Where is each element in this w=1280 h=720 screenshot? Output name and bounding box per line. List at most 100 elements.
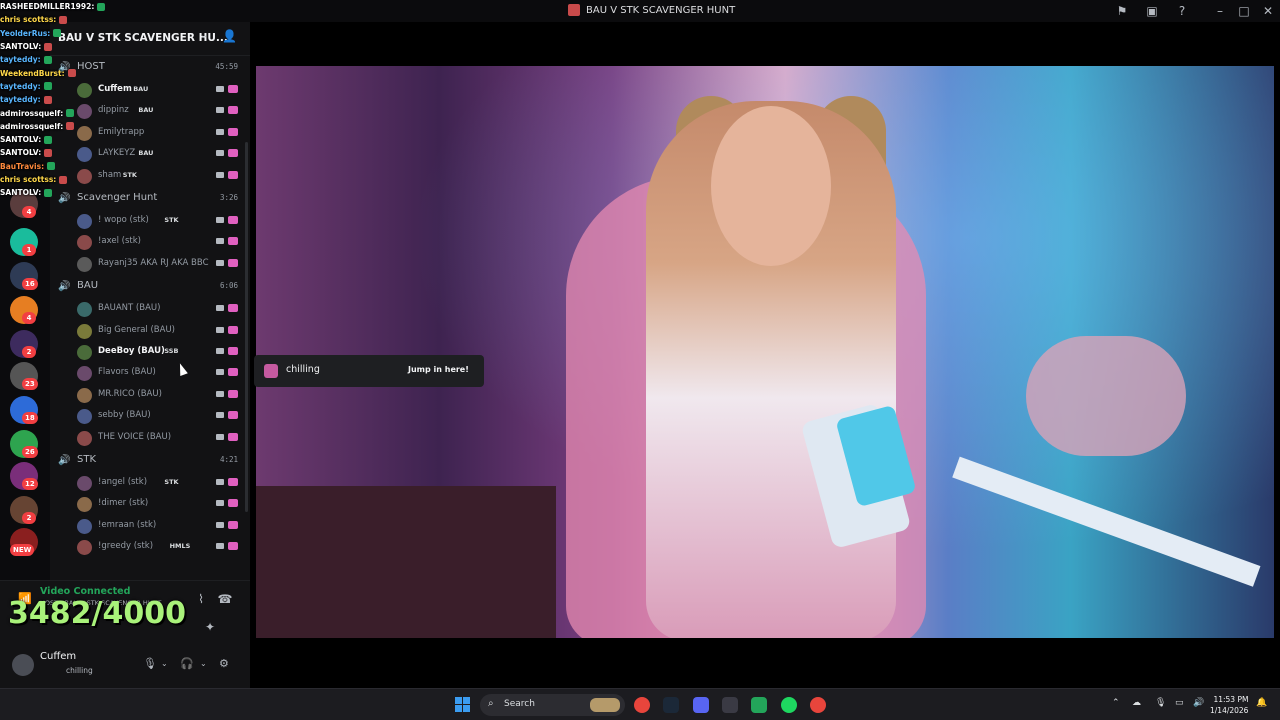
avatar[interactable]	[77, 235, 92, 251]
spotify-icon[interactable]	[781, 697, 797, 713]
voice-username[interactable]: DeeBoy (BAU)	[98, 346, 165, 356]
volume-icon[interactable]: 🔊	[1193, 698, 1204, 708]
voice-username[interactable]: BAUANT (BAU)	[98, 303, 160, 313]
settings-gear-icon[interactable]: ⚙	[219, 657, 229, 670]
voice-channel-name[interactable]: STK	[77, 454, 96, 465]
voice-user[interactable]: !dimer (stk)	[50, 494, 250, 515]
voice-username[interactable]: sebby (BAU)	[98, 410, 151, 420]
live-stream-icon[interactable]	[228, 127, 238, 136]
microphone-icon[interactable]: 🎙	[1155, 698, 1166, 708]
inbox-icon[interactable]: ⚑	[1114, 3, 1130, 19]
voice-username[interactable]: sham	[98, 170, 121, 180]
cloud-icon[interactable]: ☁	[1132, 698, 1141, 708]
chevron-down-icon[interactable]: ⌄	[200, 30, 208, 41]
help-icon[interactable]: ?	[1174, 3, 1190, 19]
voice-user[interactable]: BAUANT (BAU)	[50, 299, 250, 320]
taskbar-clock[interactable]: 11:53 PM 1/14/2026	[1210, 694, 1248, 716]
avatar[interactable]	[12, 654, 34, 676]
voice-username[interactable]: THE VOICE (BAU)	[98, 432, 171, 442]
discord-icon[interactable]	[693, 697, 709, 713]
live-stream-icon[interactable]	[228, 542, 238, 551]
live-stream-icon[interactable]	[228, 149, 238, 158]
live-stream-icon[interactable]	[228, 478, 238, 486]
close-icon[interactable]: ✕	[1260, 3, 1276, 19]
voice-user[interactable]: !axel (stk)	[50, 232, 250, 253]
voice-username[interactable]: !angel (stk)	[98, 477, 147, 487]
chrome-icon[interactable]	[634, 697, 650, 713]
avatar[interactable]	[77, 518, 92, 534]
avatar[interactable]	[77, 125, 92, 141]
avatar[interactable]	[77, 83, 92, 98]
avatar[interactable]	[77, 147, 92, 163]
voice-user[interactable]: sham STK	[50, 166, 250, 187]
voice-user[interactable]: !greedy (stk) HMLS	[50, 537, 250, 558]
network-icon[interactable]: ▭	[1175, 698, 1184, 708]
avatar[interactable]	[77, 345, 92, 360]
stream-video[interactable]	[256, 66, 1274, 638]
voice-username[interactable]: !emraan (stk)	[98, 520, 156, 530]
avatar[interactable]	[77, 104, 92, 120]
sidebar-scrollbar[interactable]	[245, 142, 248, 512]
live-stream-icon[interactable]	[228, 216, 238, 224]
live-stream-icon[interactable]	[228, 368, 238, 377]
live-stream-icon[interactable]	[228, 85, 238, 93]
voice-username[interactable]: Flavors (BAU)	[98, 367, 156, 377]
voice-user[interactable]: MR.RICO (BAU)	[50, 385, 250, 406]
voice-user[interactable]: !emraan (stk)	[50, 516, 250, 537]
live-stream-icon[interactable]	[228, 389, 238, 398]
maximize-icon[interactable]: □	[1236, 3, 1252, 19]
voice-username[interactable]: LAYKEYZ	[98, 148, 135, 158]
live-stream-icon[interactable]	[228, 499, 238, 508]
avatar[interactable]	[77, 214, 92, 229]
server-header[interactable]: BAU V STK SCAVENGER HU... ⌄ 👤	[50, 22, 250, 56]
avatar[interactable]	[77, 302, 92, 318]
live-stream-icon[interactable]	[228, 432, 238, 441]
microphone-icon[interactable]: 🎙	[143, 657, 157, 670]
avatar[interactable]	[77, 540, 92, 556]
live-stream-icon[interactable]	[228, 106, 238, 115]
avatar[interactable]	[77, 497, 92, 513]
avatar[interactable]	[77, 409, 92, 425]
taskbar-search[interactable]: ⌕ Search	[480, 694, 625, 716]
voice-user[interactable]: ! wopo (stk) STK	[50, 211, 250, 232]
steam-icon[interactable]	[663, 697, 679, 713]
voice-user[interactable]: !angel (stk) STK	[50, 473, 250, 494]
activity-icon[interactable]: ✦	[202, 619, 218, 635]
invite-people-icon[interactable]: 👤	[222, 29, 237, 43]
voice-username[interactable]: Emilytrapp	[98, 127, 144, 137]
minimize-icon[interactable]: –	[1212, 3, 1228, 19]
voice-channel-name[interactable]: Scavenger Hunt	[77, 192, 157, 203]
voice-user[interactable]: Rayanj35 AKA RJ AKA BBC	[50, 254, 250, 275]
live-stream-icon[interactable]	[228, 411, 238, 420]
voice-user[interactable]: dippinz BAU	[50, 101, 250, 122]
live-stream-icon[interactable]	[228, 170, 238, 179]
live-stream-icon[interactable]	[228, 325, 238, 334]
screen-share-icon[interactable]: ▣	[1144, 3, 1160, 19]
voice-username[interactable]: !dimer (stk)	[98, 498, 148, 508]
voice-user[interactable]: sebby (BAU)	[50, 406, 250, 427]
avatar[interactable]	[77, 430, 92, 446]
voice-channel[interactable]: 🔊 HOST 45:59	[50, 58, 250, 78]
chrome-icon[interactable]	[810, 697, 826, 713]
voice-username[interactable]: dippinz	[98, 105, 129, 115]
voice-username[interactable]: Big General (BAU)	[98, 325, 175, 335]
voice-username[interactable]: !axel (stk)	[98, 236, 141, 246]
avatar[interactable]	[77, 256, 92, 272]
voice-user[interactable]: Emilytrapp	[50, 123, 250, 144]
voice-channel[interactable]: 🔊 STK 4:21	[50, 451, 250, 471]
avatar[interactable]	[77, 323, 92, 339]
tray-chevron-icon[interactable]: ⌃	[1112, 698, 1120, 708]
live-stream-icon[interactable]	[228, 304, 238, 313]
notification-icon[interactable]: 🔔	[1256, 698, 1267, 708]
voice-user[interactable]: DeeBoy (BAU) SSB	[50, 342, 250, 363]
jump-in-button[interactable]: Jump in here!	[408, 365, 469, 374]
voice-user[interactable]: THE VOICE (BAU)	[50, 428, 250, 449]
voice-user[interactable]: Big General (BAU)	[50, 321, 250, 342]
voice-channel-name[interactable]: BAU	[77, 280, 98, 291]
voice-username[interactable]: ! wopo (stk)	[98, 215, 149, 225]
voice-channel[interactable]: 🔊 Scavenger Hunt 3:26	[50, 189, 250, 209]
voice-username[interactable]: !greedy (stk)	[98, 541, 153, 551]
chevron-down-icon[interactable]: ⌄	[161, 659, 168, 668]
avatar[interactable]	[77, 476, 92, 491]
app-icon[interactable]	[722, 697, 738, 713]
